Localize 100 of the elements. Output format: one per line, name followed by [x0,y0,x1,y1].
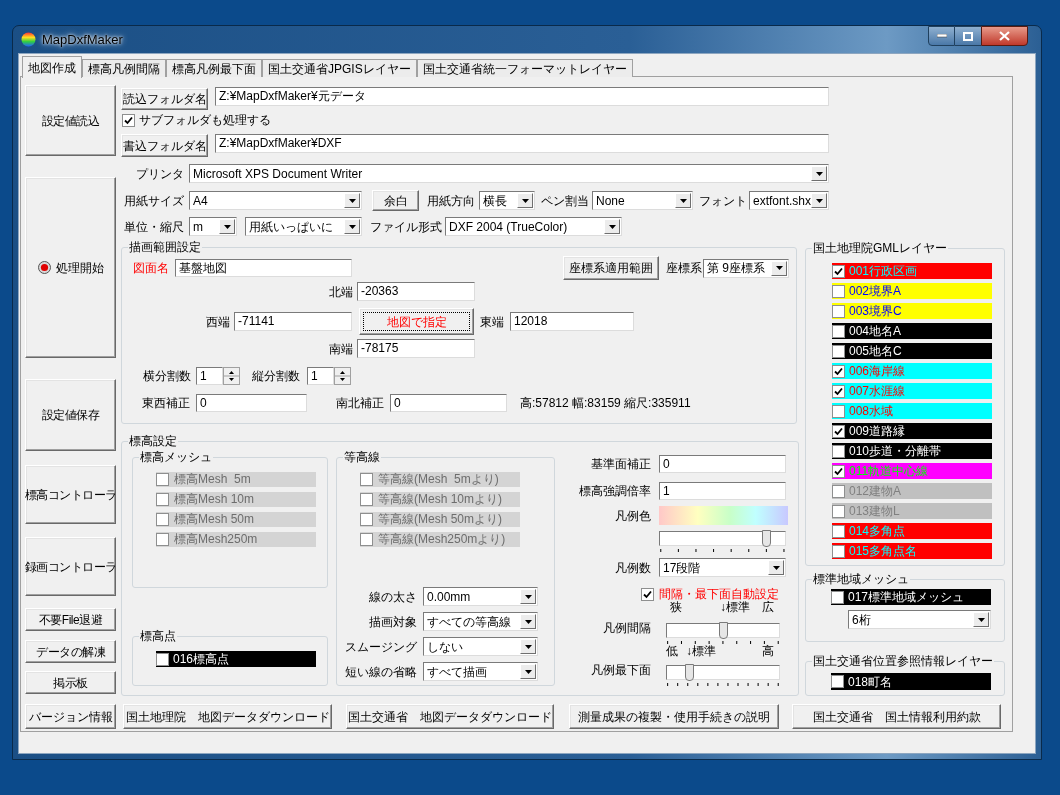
checkbox[interactable] [832,324,845,338]
option-checkbox: 標高Mesh 10m [156,492,316,507]
minimize-button[interactable] [928,26,955,46]
checkbox[interactable] [831,590,844,604]
text-field[interactable]: -78175 [357,339,475,358]
path-field[interactable]: Z:¥MapDxfMaker¥DXF [215,134,829,153]
tab[interactable]: 地図作成 [22,56,82,78]
checkbox[interactable] [832,284,845,298]
checkbox[interactable] [832,484,845,498]
layer-checkbox[interactable]: 009道路縁 [832,423,992,439]
checkbox[interactable] [832,504,845,518]
slider-thumb[interactable] [685,664,695,681]
dropdown[interactable]: m [189,217,237,236]
side-button[interactable]: 設定値読込 [25,85,116,156]
field-label: 単位・縮尺 [123,218,184,235]
checkbox[interactable] [832,344,845,358]
checkbox[interactable] [832,544,845,558]
field-label: 東西補正 [142,395,190,411]
close-button[interactable] [981,26,1028,46]
text-field[interactable]: 0 [196,394,307,412]
tab[interactable]: 標高凡例間隔 [82,59,166,77]
text-field[interactable]: -20363 [357,282,475,301]
spin-buttons[interactable] [334,367,351,385]
group-title: 国土地理院GMLレイヤー [812,241,948,255]
dropdown[interactable]: 用紙いっぱいに [245,217,362,236]
field-label: 北端 [329,283,353,300]
checkbox[interactable] [832,384,845,398]
tab[interactable]: 国土交通省JPGISレイヤー [262,59,417,77]
footer-button[interactable]: 国土交通省 国土情報利用約款 [792,704,1001,729]
slider-thumb[interactable] [762,530,772,547]
minimize-icon [936,34,947,38]
side-button[interactable]: 掲示板 [25,671,116,694]
side-button[interactable]: 標高コントローラ [25,465,116,524]
layer-checkbox[interactable]: 003境界C [832,303,992,319]
dropdown[interactable]: Microsoft XPS Document Writer [189,164,829,183]
folder-button[interactable]: 書込フォルダ名 [121,134,208,157]
slider[interactable] [666,665,780,680]
checkbox[interactable] [832,264,845,278]
dropdown[interactable]: 第 9座標系 [703,258,789,278]
side-button[interactable]: 不要File退避 [25,608,116,631]
slider[interactable] [666,623,780,638]
maximize-button[interactable] [955,26,981,46]
field-label: フォント [699,192,747,209]
side-button[interactable]: 録画コントローラ [25,537,116,596]
range-button[interactable]: 座標系適用範囲 [563,256,659,280]
dropdown[interactable]: extfont.shx [749,191,829,210]
checkbox[interactable] [122,113,135,127]
checkbox[interactable] [832,464,845,478]
footer-button[interactable]: バージョン情報 [25,704,116,729]
dropdown[interactable]: すべての等高線 [423,612,538,631]
spin-field[interactable]: 1 [307,367,334,385]
slider-thumb[interactable] [719,622,728,639]
dropdown[interactable]: しない [423,637,538,656]
spin-field[interactable]: 1 [196,367,223,385]
tab[interactable]: 標高凡例最下面 [166,59,262,77]
text-field[interactable]: -71141 [234,312,352,331]
text-field[interactable]: 0 [659,455,786,473]
layer-checkbox[interactable]: 004地名A [832,323,992,339]
dropdown[interactable]: 17段階 [659,558,786,577]
dropdown[interactable]: 0.00mm [423,587,538,606]
text-field[interactable]: 0 [390,394,507,412]
layer-checkbox[interactable]: 002境界A [832,283,992,299]
scale-label: ↓標準 [686,645,717,658]
spin-buttons[interactable] [223,367,240,385]
footer-button[interactable]: 国土地理院 地図データダウンロード [123,704,332,729]
path-field[interactable]: Z:¥MapDxfMaker¥元データ [215,87,829,106]
folder-button[interactable]: 読込フォルダ名 [121,88,208,110]
dropdown[interactable]: DXF 2004 (TrueColor) [445,217,622,236]
layer-checkbox[interactable]: 018町名 [831,673,991,690]
checkbox[interactable] [832,524,845,538]
side-button[interactable]: 設定値保存 [25,379,116,451]
dropdown[interactable]: すべて描画 [423,662,538,681]
checkbox[interactable] [832,444,845,458]
footer-button[interactable]: 測量成果の複製・使用手続きの説明 [569,704,779,729]
text-field[interactable]: 基盤地図 [175,259,352,277]
slider[interactable] [659,531,786,546]
checkbox[interactable] [831,675,844,688]
text-field[interactable]: 1 [659,482,786,500]
checkbox[interactable] [832,364,845,378]
text-field[interactable]: 12018 [510,312,634,331]
side-button[interactable]: データの解凍 [25,640,116,663]
dropdown[interactable]: A4 [189,191,362,210]
dropdown[interactable]: None [592,191,693,210]
layer-checkbox[interactable]: 016標高点 [156,651,316,667]
start-button[interactable]: 処理開始 [25,177,116,358]
footer-button[interactable]: 国土交通省 地図データダウンロード [346,704,554,729]
checkbox[interactable] [641,587,654,601]
map-select-button[interactable]: 地図で指定 [359,308,474,335]
layer-checkbox[interactable]: 005地名C [832,343,992,359]
layer-checkbox[interactable]: 017標準地域メッシュ [831,589,991,605]
tab[interactable]: 国土交通省統一フォーマットレイヤー [416,59,633,77]
checkbox[interactable] [832,304,845,318]
checkbox[interactable] [156,652,169,666]
option-checkbox: 標高Mesh 50m [156,512,316,527]
dropdown[interactable]: 横長 [479,191,535,210]
checkbox[interactable] [832,404,845,418]
dropdown[interactable]: 6桁 [848,610,991,629]
layer-checkbox[interactable]: 010歩道・分離帯 [832,443,992,459]
checkbox[interactable] [832,424,845,438]
margin-button[interactable]: 余白 [372,190,419,211]
